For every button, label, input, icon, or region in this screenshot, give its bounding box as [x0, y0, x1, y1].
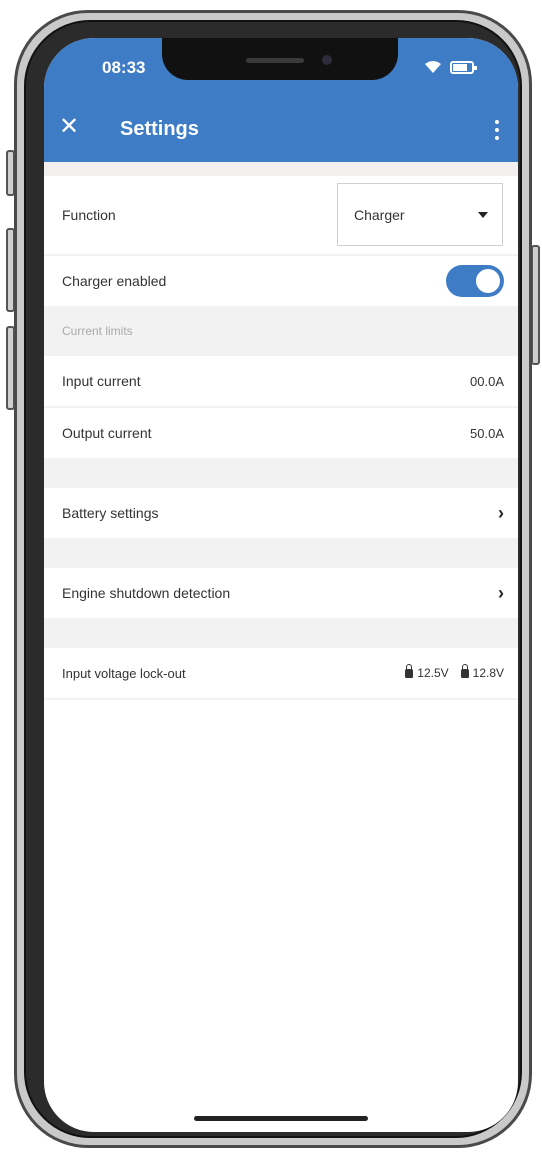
input-voltage-lockout-row[interactable]: Input voltage lock-out 12.5V 12.8V	[44, 648, 518, 698]
lockout-value-1: 12.5V	[417, 666, 449, 680]
lock-icon	[405, 663, 414, 678]
engine-shutdown-label: Engine shutdown detection	[62, 585, 231, 601]
input-current-row[interactable]: Input current 00.0A	[44, 356, 518, 406]
input-current-value: 00.0A	[470, 373, 504, 389]
phone-screen: 08:33 ✕ Settings Function Charger Charge…	[44, 38, 518, 1132]
output-current-row[interactable]: Output current 50.0A	[44, 408, 518, 458]
engine-shutdown-row[interactable]: Engine shutdown detection ›	[44, 568, 518, 618]
function-label: Function	[62, 207, 116, 223]
battery-icon	[450, 60, 477, 74]
divider	[44, 698, 518, 700]
output-current-label: Output current	[62, 425, 152, 441]
lockout-values: 12.5V 12.8V	[405, 663, 504, 680]
speaker	[246, 58, 304, 63]
charger-enabled-toggle[interactable]	[446, 265, 504, 297]
input-current-label: Input current	[62, 373, 141, 389]
appbar-divider	[44, 162, 518, 176]
home-indicator[interactable]	[194, 1116, 368, 1121]
notch	[162, 38, 398, 80]
charger-enabled-row: Charger enabled	[44, 256, 518, 306]
function-dropdown[interactable]: Charger	[337, 183, 503, 246]
chevron-right-icon: ›	[498, 582, 504, 603]
toggle-knob	[476, 269, 500, 293]
function-dropdown-value: Charger	[354, 206, 405, 223]
section-gap	[44, 538, 518, 568]
battery-settings-row[interactable]: Battery settings ›	[44, 488, 518, 538]
status-icons	[424, 60, 477, 74]
lockout-value-2: 12.8V	[472, 666, 504, 680]
function-row: Function Charger	[44, 176, 518, 254]
close-icon[interactable]: ✕	[58, 115, 80, 139]
section-header-current-limits: Current limits	[44, 306, 518, 356]
section-gap	[44, 458, 518, 488]
page-title: Settings	[120, 118, 199, 140]
section-gap	[44, 618, 518, 648]
chevron-right-icon: ›	[498, 502, 504, 523]
caret-down-icon	[478, 211, 488, 218]
input-voltage-lockout-label: Input voltage lock-out	[62, 665, 186, 681]
more-options-icon[interactable]	[494, 120, 500, 140]
battery-settings-label: Battery settings	[62, 505, 159, 521]
lockout-item: 12.5V	[405, 663, 449, 680]
output-current-value: 50.0A	[470, 425, 504, 441]
unlock-icon	[460, 663, 469, 678]
camera	[322, 55, 332, 65]
power-button	[531, 245, 540, 365]
charger-enabled-label: Charger enabled	[62, 273, 167, 289]
wifi-icon	[425, 61, 441, 73]
lockout-item: 12.8V	[460, 663, 504, 680]
status-time: 08:33	[102, 58, 146, 77]
